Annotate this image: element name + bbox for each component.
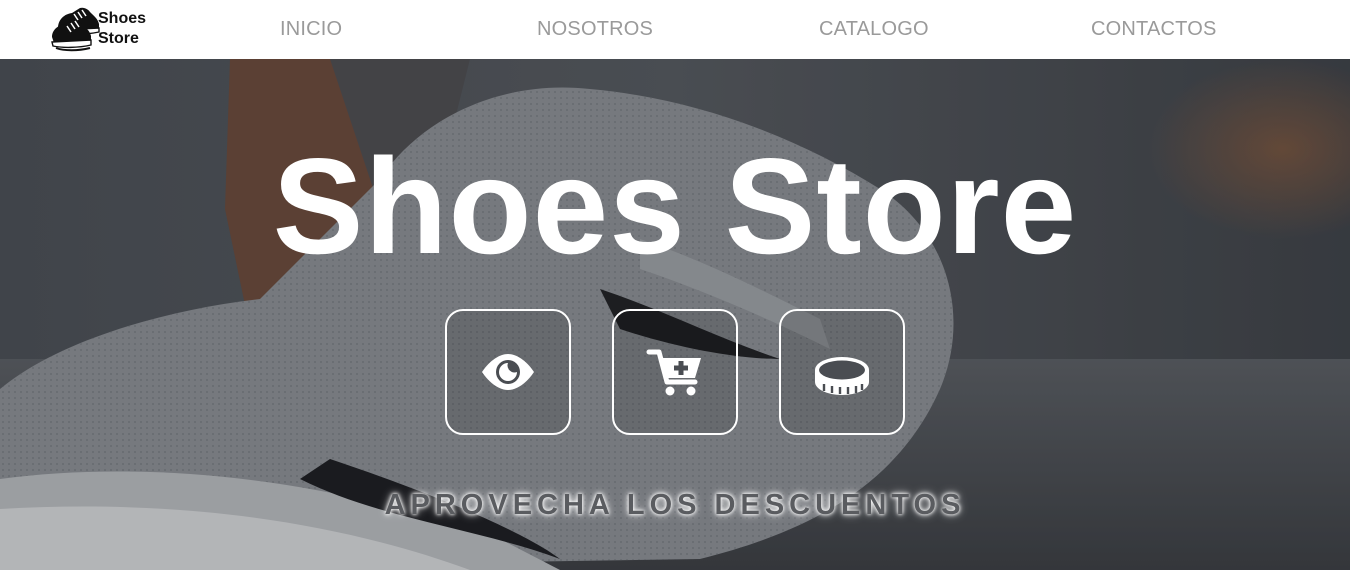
logo-text: Shoes Store xyxy=(98,9,146,49)
coin-icon xyxy=(815,357,869,395)
nav-nosotros[interactable]: NOSOTROS xyxy=(537,17,653,41)
nav-contactos[interactable]: CONTACTOS xyxy=(1091,17,1217,41)
add-to-cart-button[interactable] xyxy=(612,309,738,435)
eye-icon xyxy=(482,354,534,390)
cart-plus-icon xyxy=(646,349,701,396)
hero-title: Shoes Store xyxy=(272,130,1078,282)
logo-line-2: Store xyxy=(98,30,139,47)
nav-inicio[interactable]: INICIO xyxy=(280,17,342,41)
hero-tagline: APROVECHA LOS DESCUENTOS xyxy=(384,489,966,521)
logo-line-1: Shoes xyxy=(98,10,147,27)
logo[interactable]: Shoes Store xyxy=(50,4,160,54)
discount-button[interactable] xyxy=(779,309,905,435)
shoes-icon xyxy=(51,7,100,52)
nav-catalogo[interactable]: CATALOGO xyxy=(819,17,929,41)
site-header: Shoes Store INICIO NOSOTROS CATALOGO CON… xyxy=(0,0,1350,59)
hero-banner: Shoes Store APROVECHA LOS DESCUENTOS xyxy=(0,59,1350,570)
view-button[interactable] xyxy=(445,309,571,435)
